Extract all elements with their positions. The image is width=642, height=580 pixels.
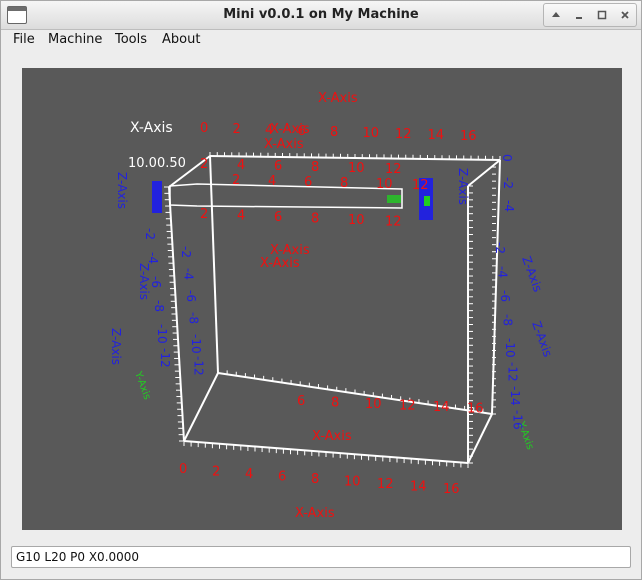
x-tick-slab: 6 <box>304 175 312 190</box>
x-tick-top: 16 <box>460 129 477 144</box>
z-tick-left: -10 <box>189 334 203 354</box>
z-tick-right: -10 <box>503 338 517 358</box>
gcode-command-input[interactable] <box>11 546 631 568</box>
x-tick-slab: 8 <box>340 176 348 191</box>
x-tick-bottom: 14 <box>410 480 427 495</box>
z-axis-label-left: Z-Axis <box>109 328 123 365</box>
x-tick-bottom: 12 <box>377 477 394 492</box>
z-tick-left-outer: -6 <box>149 276 163 288</box>
x-tick-top: 2 <box>233 122 241 137</box>
z-tick-right: -14 <box>508 386 522 406</box>
z-tick-right: -4 <box>496 266 510 278</box>
z-tick-right: -16 <box>511 410 525 430</box>
x-tick-front: 6 <box>274 210 282 225</box>
window-controls <box>543 3 637 27</box>
z-tick-top: -2 <box>501 177 515 189</box>
gl-3d-viewport[interactable]: X-Axis X-Axis X-Axis X-Axis X-Axis X-Axi… <box>22 68 622 530</box>
z-tick-right: -6 <box>498 290 512 302</box>
z-tick-right: -2 <box>493 242 507 254</box>
x-tick-bottom: 2 <box>212 465 220 480</box>
x-axis-label-white: X-Axis <box>130 120 173 136</box>
z-axis-label-corner: Z-Axis <box>456 168 470 205</box>
x-tick-front: 8 <box>311 212 319 227</box>
x-tick-slab-top: 2 <box>200 157 208 172</box>
x-tick-slab-top: 4 <box>237 158 245 173</box>
x-tick-top: 10 <box>363 126 380 141</box>
z-axis-label-left2: Z-Axis <box>137 263 151 300</box>
x-tick-top: 8 <box>330 125 338 140</box>
x-tick-top: 12 <box>395 127 412 142</box>
x-tick-floor: 16 <box>467 402 484 417</box>
x-tick-front: 12 <box>385 215 402 230</box>
menu-machine[interactable]: Machine <box>48 32 102 47</box>
z-tick-left-outer: -4 <box>146 252 160 264</box>
x-tick-floor: 14 <box>433 400 450 415</box>
z-axis-label-right: Z-Axis <box>519 254 545 294</box>
title-bar[interactable]: Mini v0.0.1 on My Machine <box>1 1 641 30</box>
x-tick-slab: 4 <box>268 174 276 189</box>
z-tick-left-outer: -12 <box>158 348 172 368</box>
x-axis-label-bottom: X-Axis <box>295 506 335 521</box>
x-tick-front: 10 <box>348 213 365 228</box>
x-tick-floor: 8 <box>331 396 339 411</box>
x-tick-bottom: 4 <box>245 467 253 482</box>
x-axis-label-top: X-Axis <box>318 91 358 106</box>
x-tick-bottom: 16 <box>443 482 460 497</box>
z-tick-right: -12 <box>506 362 520 382</box>
z-tick-top: 0 <box>500 154 514 162</box>
menu-tools[interactable]: Tools <box>115 32 147 47</box>
x-tick-slab-top: 10 <box>348 161 365 176</box>
x-tick-slab-top: 8 <box>311 160 319 175</box>
menu-file[interactable]: File <box>13 32 35 47</box>
x-tick-front: 2 <box>200 207 208 222</box>
z-axis-label-right2: Z-Axis <box>529 319 555 359</box>
x-tick-slab: 10 <box>376 177 393 192</box>
x-tick-slab-top: 6 <box>274 159 282 174</box>
z-tick-left: -8 <box>187 312 201 324</box>
x-tick-bottom: 8 <box>311 472 319 487</box>
z-tick-left: -12 <box>192 356 206 376</box>
arrow-up-icon[interactable] <box>547 6 565 24</box>
z-tick-right: -8 <box>501 314 515 326</box>
z-axis-label-topleft: Z-Axis <box>115 172 129 209</box>
x-axis-label-mid2: X-Axis <box>260 256 300 271</box>
z-tick-top: -4 <box>502 200 516 212</box>
x-tick-top: 6 <box>298 124 306 139</box>
box-tick-marks <box>164 152 501 468</box>
x-tick-floor: 6 <box>297 394 305 409</box>
z-tick-left-outer: -2 <box>143 228 157 240</box>
x-tick-slab: 2 <box>232 173 240 188</box>
x-tick-front: 4 <box>237 209 245 224</box>
x-axis-label-front: X-Axis <box>264 137 304 152</box>
app-window: Mini v0.0.1 on My Machine File Machine T… <box>0 0 642 580</box>
z-tick-left: -2 <box>179 246 193 258</box>
machine-bounds-box <box>168 155 501 464</box>
x-axis-label-floor: X-Axis <box>312 429 352 444</box>
x-tick-bottom: 10 <box>344 475 361 490</box>
x-tick-floor: 10 <box>365 397 382 412</box>
x-tick-top: 4 <box>265 123 273 138</box>
overlap-coord-text: 10.00.50 <box>128 156 186 171</box>
x-tick-slab: 12 <box>412 178 429 193</box>
z-tick-left-outer: -10 <box>155 324 169 344</box>
minimize-icon[interactable] <box>570 6 588 24</box>
x-tick-top: 0 <box>200 121 208 136</box>
x-tick-top: 14 <box>428 128 445 143</box>
x-tick-bottom: 6 <box>278 470 286 485</box>
y-axis-label-left: Y-Axis <box>132 369 153 401</box>
maximize-icon[interactable] <box>593 6 611 24</box>
z-tick-left: -4 <box>182 268 196 280</box>
z-tick-left-outer: -8 <box>152 300 166 312</box>
z-tick-left: -6 <box>184 290 198 302</box>
x-tick-bottom: 0 <box>179 462 187 477</box>
x-tick-slab-top: 12 <box>385 162 402 177</box>
menu-about[interactable]: About <box>162 32 200 47</box>
menu-bar: File Machine Tools About <box>1 30 641 50</box>
x-tick-floor: 12 <box>399 399 416 414</box>
close-icon[interactable] <box>616 6 634 24</box>
